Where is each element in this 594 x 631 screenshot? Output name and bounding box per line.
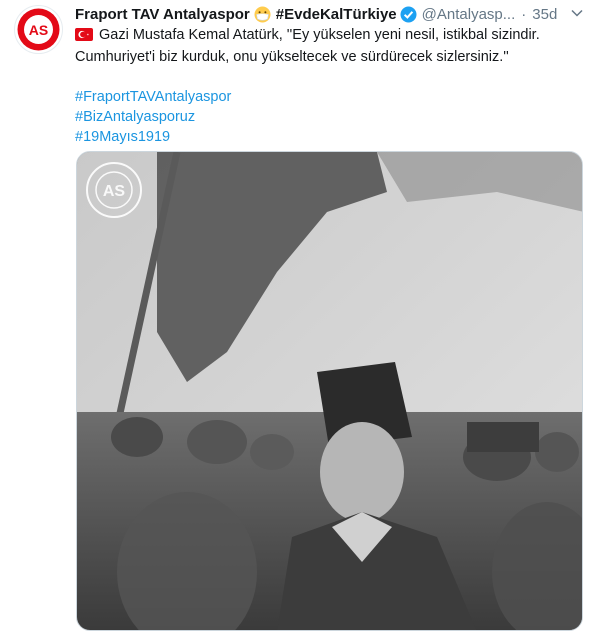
author-handle[interactable]: @Antalyasp... (422, 6, 516, 23)
avatar[interactable]: AS (14, 5, 63, 54)
tweet-content: Fraport TAV Antalyaspor #EvdeKalTürkiye … (75, 0, 584, 147)
tweet-age[interactable]: 35d (532, 6, 557, 23)
tweet-text-part-1: Gazi Mustafa Kemal Atatürk, ''Ey yüksele… (99, 27, 540, 43)
turkey-flag-icon (75, 27, 93, 47)
chevron-down-icon[interactable] (570, 6, 584, 25)
tweet-text-line-2: Cumhuriyet'i biz kurduk, onu yükseltecek… (75, 49, 509, 65)
video-thumbnail[interactable]: AS (76, 151, 583, 631)
antalyaspor-logo-icon: AS (17, 8, 60, 51)
svg-text:AS: AS (29, 22, 48, 38)
tweet-header: Fraport TAV Antalyaspor #EvdeKalTürkiye … (75, 3, 584, 25)
antalyaspor-watermark-icon: AS (85, 161, 143, 219)
verified-badge-icon (400, 6, 417, 23)
hashtag-link[interactable]: #19Mayıs1919 (75, 127, 584, 147)
svg-text:AS: AS (103, 183, 126, 200)
author-name[interactable]: Fraport TAV Antalyaspor (75, 6, 250, 23)
separator-dot: · (521, 5, 527, 23)
tweet-text: Gazi Mustafa Kemal Atatürk, ''Ey yüksele… (75, 25, 584, 67)
tweet-text-line-1: Gazi Mustafa Kemal Atatürk, ''Ey yüksele… (75, 25, 584, 47)
hashtag-link[interactable]: #BizAntalyasporuz (75, 107, 584, 127)
tweet[interactable]: AS Fraport TAV Antalyaspor #EvdeKalTürki… (0, 0, 594, 631)
archival-photo (77, 152, 582, 630)
face-with-mask-emoji-icon (254, 6, 271, 23)
author-hashtag: #EvdeKalTürkiye (275, 5, 397, 23)
hashtag-link[interactable]: #FraportTAVAntalyaspor (75, 87, 584, 107)
hashtag-list: #FraportTAVAntalyaspor #BizAntalyasporuz… (75, 87, 584, 147)
